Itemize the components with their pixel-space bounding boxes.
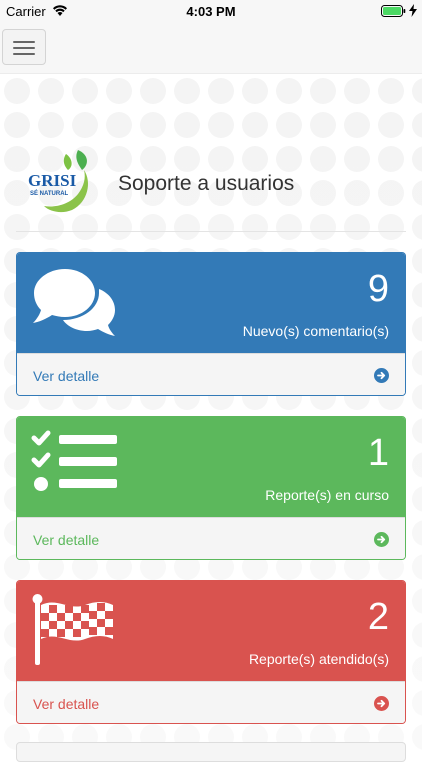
comments-count: 9 bbox=[367, 268, 389, 310]
grisi-logo: GRISI SÉ NATURAL bbox=[28, 150, 88, 213]
svg-text:SÉ NATURAL: SÉ NATURAL bbox=[30, 189, 69, 197]
top-navbar bbox=[0, 22, 422, 74]
hamburger-menu-icon bbox=[13, 41, 35, 43]
page-header: GRISI SÉ NATURAL Soporte a usuarios bbox=[16, 140, 406, 232]
comments-icon bbox=[33, 269, 115, 336]
view-details-link[interactable]: Ver detalle bbox=[17, 517, 405, 559]
view-details-link[interactable]: Ver detalle bbox=[17, 681, 405, 723]
status-bar: Carrier 4:03 PM bbox=[0, 0, 422, 22]
arrow-circle-right-icon bbox=[374, 696, 389, 711]
panel-heading: 9 Nuevo(s) comentario(s) bbox=[17, 253, 405, 353]
arrow-circle-right-icon bbox=[374, 368, 389, 383]
view-details-link[interactable]: Ver detalle bbox=[17, 353, 405, 395]
new-comments-panel: 9 Nuevo(s) comentario(s) Ver detalle bbox=[16, 252, 406, 396]
tasks-list-icon bbox=[31, 430, 117, 491]
view-details-label: Ver detalle bbox=[33, 532, 100, 548]
panel-heading: 2 Reporte(s) atendido(s) bbox=[17, 581, 405, 681]
attended-count: 2 bbox=[367, 596, 389, 638]
checkered-flag-icon bbox=[32, 594, 113, 665]
charging-icon bbox=[409, 4, 417, 17]
battery-icon bbox=[381, 5, 406, 17]
page-title: Soporte a usuarios bbox=[118, 172, 295, 195]
arrow-circle-right-icon bbox=[374, 532, 389, 547]
in-progress-count: 1 bbox=[367, 432, 389, 474]
clock: 4:03 PM bbox=[186, 4, 236, 19]
comments-label: Nuevo(s) comentario(s) bbox=[242, 323, 389, 339]
next-panel-partial bbox=[16, 742, 406, 762]
panel-heading: 1 Reporte(s) en curso bbox=[17, 417, 405, 517]
in-progress-reports-panel: 1 Reporte(s) en curso Ver detalle bbox=[16, 416, 406, 560]
menu-button[interactable] bbox=[2, 29, 46, 65]
svg-text:GRISI: GRISI bbox=[28, 171, 77, 190]
view-details-label: Ver detalle bbox=[33, 368, 100, 384]
view-details-label: Ver detalle bbox=[33, 696, 100, 712]
attended-label: Reporte(s) atendido(s) bbox=[248, 651, 389, 667]
in-progress-label: Reporte(s) en curso bbox=[265, 487, 389, 503]
attended-reports-panel: 2 Reporte(s) atendido(s) Ver detalle bbox=[16, 580, 406, 724]
